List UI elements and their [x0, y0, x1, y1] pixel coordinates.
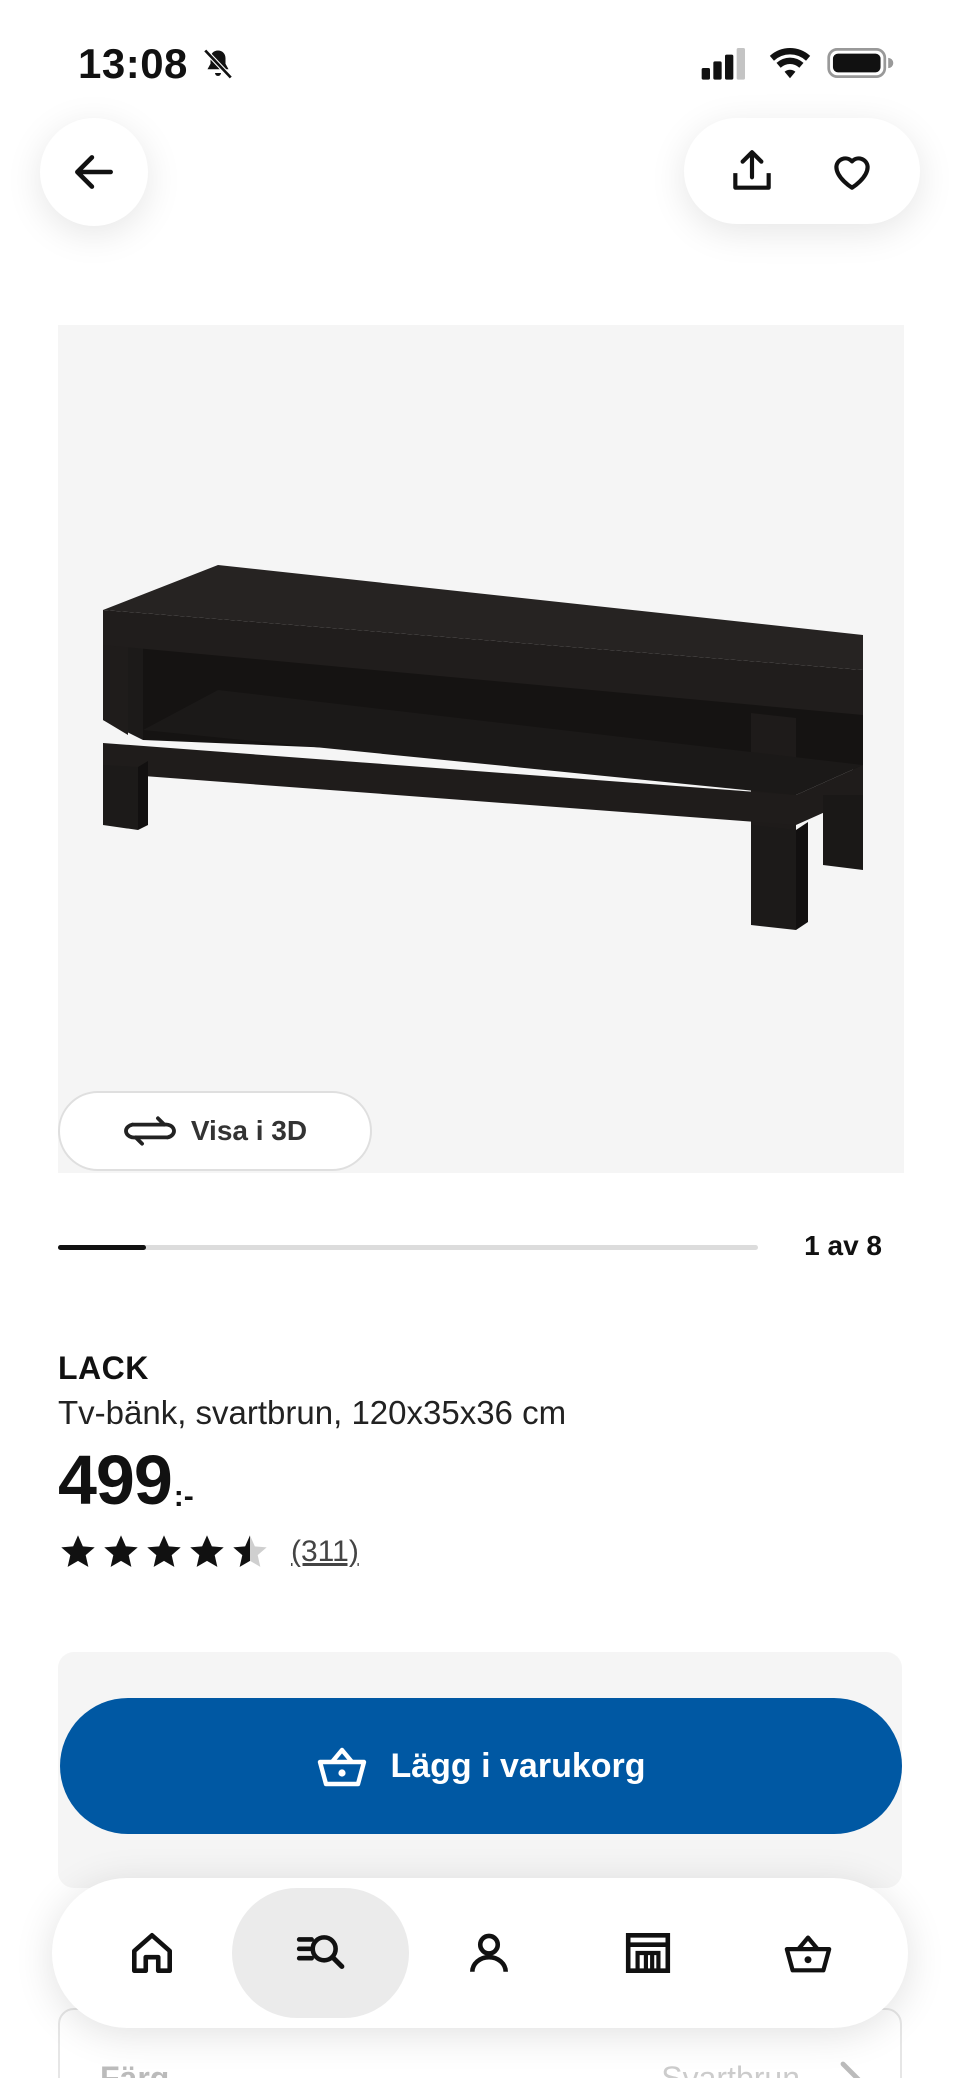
header-actions	[684, 118, 920, 224]
product-price: 499 :-	[58, 1440, 194, 1520]
product-rating[interactable]: (311)	[58, 1532, 359, 1572]
nav-profile[interactable]	[409, 1888, 569, 2018]
chevron-right-icon	[840, 2061, 861, 2078]
signal-icon	[701, 48, 745, 80]
product-image[interactable]: Visa i 3D	[58, 325, 904, 1173]
rotate-icon	[124, 1116, 176, 1146]
color-value: Svartbrun	[661, 2060, 800, 2078]
bell-off-icon	[203, 48, 233, 80]
add-to-cart-button[interactable]: Lägg i varukorg	[60, 1698, 902, 1834]
add-to-cart-label: Lägg i varukorg	[390, 1746, 646, 1785]
search-icon	[297, 1935, 345, 1970]
nav-cart[interactable]	[728, 1888, 888, 2018]
star-icon	[190, 1535, 224, 1567]
product-description: Tv-bänk, svartbrun, 120x35x36 cm	[58, 1394, 567, 1431]
star-icon	[233, 1535, 267, 1567]
basket-icon	[784, 1935, 832, 1973]
share-icon[interactable]	[727, 146, 777, 196]
battery-icon	[827, 48, 894, 78]
nav-search[interactable]	[231, 1888, 409, 2018]
star-icon	[104, 1535, 138, 1567]
bottom-nav	[52, 1878, 908, 2028]
product-name: LACK	[58, 1350, 149, 1386]
nav-store[interactable]	[569, 1888, 729, 2018]
gallery-progress	[58, 1245, 758, 1250]
gallery-progress-fill	[58, 1245, 146, 1250]
profile-icon	[469, 1933, 508, 1972]
basket-icon	[318, 1747, 367, 1787]
tv-bench-image	[103, 565, 863, 930]
star-icon	[61, 1535, 95, 1567]
arrow-left-icon	[75, 155, 113, 189]
price-suffix: :-	[173, 1480, 194, 1513]
nav-home[interactable]	[72, 1888, 232, 2018]
price-value: 499	[58, 1441, 173, 1519]
rating-stars	[58, 1532, 273, 1572]
wifi-icon	[769, 47, 811, 79]
star-icon	[147, 1535, 181, 1567]
view-3d-button[interactable]: Visa i 3D	[58, 1091, 372, 1171]
heart-icon[interactable]	[827, 146, 877, 196]
color-label: Färg	[100, 2060, 170, 2078]
status-bar: 13:08	[0, 0, 960, 110]
gallery-counter: 1 av 8	[804, 1230, 882, 1261]
view-3d-label: Visa i 3D	[190, 1115, 308, 1146]
status-time: 13:08	[78, 40, 188, 87]
back-button[interactable]	[40, 118, 148, 226]
home-icon	[131, 1933, 172, 1973]
store-icon	[626, 1933, 671, 1973]
review-count[interactable]: (311)	[291, 1535, 359, 1569]
